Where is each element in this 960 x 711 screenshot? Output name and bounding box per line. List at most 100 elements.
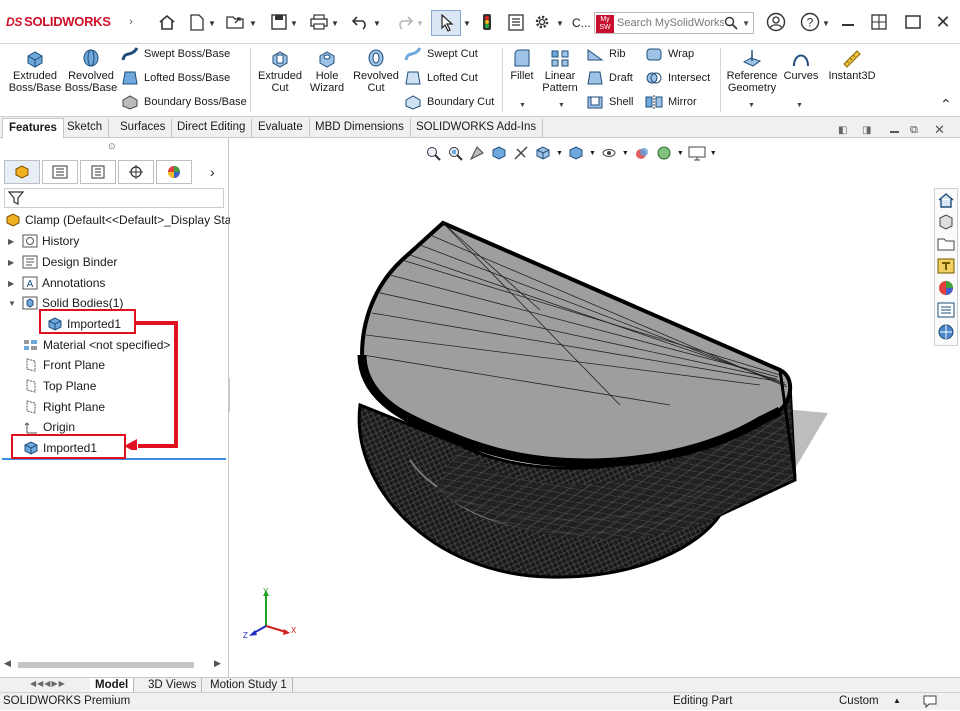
undo-dropdown-icon[interactable]: ▼ bbox=[373, 19, 381, 28]
curves-button[interactable]: Curves bbox=[782, 48, 820, 82]
view-palette-icon[interactable] bbox=[935, 255, 957, 277]
zoom-to-fit-icon[interactable] bbox=[424, 144, 442, 162]
print-dropdown-icon[interactable]: ▼ bbox=[331, 19, 339, 28]
curves-dropdown-icon[interactable]: ▼ bbox=[796, 102, 803, 109]
tab-model[interactable]: Model bbox=[90, 678, 135, 693]
hide-show-items-icon[interactable] bbox=[600, 144, 618, 162]
collapse-ribbon-icon[interactable]: ⌃ bbox=[940, 96, 952, 113]
scroll-left-arrow-icon[interactable]: ◀ bbox=[4, 658, 11, 669]
tree-item-annotations[interactable]: ▶ A Annotations bbox=[8, 274, 105, 292]
maximize-window-icon[interactable] bbox=[902, 11, 924, 33]
shell-button[interactable]: Shell bbox=[586, 94, 633, 110]
lofted-boss-button[interactable]: Lofted Boss/Base bbox=[121, 70, 230, 86]
close-window-icon[interactable]: ✕ bbox=[932, 11, 954, 33]
hole-wizard-button[interactable]: Hole Wizard bbox=[303, 48, 351, 94]
print-icon[interactable] bbox=[308, 11, 330, 33]
tree-horizontal-scrollbar[interactable]: ◀ ▶ bbox=[4, 658, 224, 672]
expand-arrow-icon[interactable]: ▶ bbox=[8, 237, 18, 246]
scrollbar-thumb[interactable] bbox=[18, 662, 194, 668]
view-orientation-dropdown-icon[interactable]: ▼ bbox=[556, 150, 563, 157]
save-icon[interactable] bbox=[268, 11, 290, 33]
file-explorer-icon[interactable] bbox=[935, 233, 957, 255]
tab-evaluate[interactable]: Evaluate bbox=[252, 118, 310, 138]
solidworks-forum-icon[interactable] bbox=[935, 321, 957, 343]
custom-properties-icon[interactable] bbox=[935, 299, 957, 321]
unit-system-selector[interactable]: Custom bbox=[839, 695, 879, 707]
feature-manager-tab[interactable] bbox=[4, 160, 40, 184]
extruded-cut-button[interactable]: Extruded Cut bbox=[255, 48, 305, 94]
tab-direct-editing[interactable]: Direct Editing bbox=[171, 118, 253, 138]
overflow-menu-label[interactable]: C... bbox=[572, 16, 591, 30]
search-box[interactable]: My SW Search MySolidWorks ▼ bbox=[594, 12, 754, 34]
tree-item-design-binder[interactable]: ▶ Design Binder bbox=[8, 253, 117, 271]
help-dropdown-icon[interactable]: ▼ bbox=[822, 19, 830, 28]
redo-dropdown-icon[interactable]: ▼ bbox=[416, 19, 424, 28]
options-gear-icon[interactable] bbox=[531, 11, 553, 33]
tab-surfaces[interactable]: Surfaces bbox=[114, 118, 173, 138]
wrap-button[interactable]: Wrap bbox=[645, 46, 694, 62]
save-dropdown-icon[interactable]: ▼ bbox=[290, 19, 298, 28]
extruded-boss-button[interactable]: Extruded Boss/Base bbox=[6, 48, 64, 94]
linear-pattern-dropdown-icon[interactable]: ▼ bbox=[558, 102, 565, 109]
rebuild-traffic-light-icon[interactable] bbox=[476, 11, 498, 33]
search-dropdown-icon[interactable]: ▼ bbox=[742, 19, 750, 28]
select-dropdown-icon[interactable]: ▼ bbox=[463, 19, 471, 28]
clamp-3d-model[interactable] bbox=[340, 215, 840, 585]
reference-geometry-button[interactable]: Reference Geometry bbox=[724, 48, 780, 94]
doc-close-icon[interactable]: ✕ bbox=[934, 122, 945, 138]
dynamic-annotation-icon[interactable] bbox=[512, 144, 530, 162]
previous-view-icon[interactable] bbox=[468, 144, 486, 162]
revolved-cut-button[interactable]: Revolved Cut bbox=[350, 48, 402, 94]
display-style-icon[interactable] bbox=[567, 144, 585, 162]
view-orientation-icon[interactable] bbox=[534, 144, 552, 162]
tab-sketch[interactable]: Sketch bbox=[61, 118, 110, 138]
panel-splitter-handle[interactable]: ⊙ bbox=[108, 141, 116, 152]
tree-filter-bar[interactable] bbox=[4, 188, 224, 208]
revolved-boss-button[interactable]: Revolved Boss/Base bbox=[62, 48, 120, 94]
property-manager-tab[interactable] bbox=[42, 160, 78, 184]
open-dropdown-icon[interactable]: ▼ bbox=[249, 19, 257, 28]
dimxpert-manager-tab[interactable] bbox=[118, 160, 154, 184]
tab-mbd-dimensions[interactable]: MBD Dimensions bbox=[309, 118, 411, 138]
boundary-boss-button[interactable]: Boundary Boss/Base bbox=[121, 94, 247, 110]
tree-item-front-plane[interactable]: Front Plane bbox=[22, 356, 105, 374]
options-dropdown-icon[interactable]: ▼ bbox=[556, 19, 564, 28]
select-tool-button[interactable] bbox=[431, 10, 461, 36]
quick-tips-icon[interactable] bbox=[922, 694, 938, 711]
more-tabs-arrow-icon[interactable]: › bbox=[210, 164, 215, 180]
tree-root-clamp[interactable]: Clamp (Default<<Default>_Display State bbox=[4, 211, 241, 229]
doc-restore-icon[interactable]: ⧉ bbox=[910, 124, 918, 137]
intersect-button[interactable]: Intersect bbox=[645, 70, 710, 86]
home-icon[interactable] bbox=[156, 11, 178, 33]
new-dropdown-icon[interactable]: ▼ bbox=[208, 19, 216, 28]
reference-geometry-dropdown-icon[interactable]: ▼ bbox=[748, 102, 755, 109]
tab-motion-study-1[interactable]: Motion Study 1 bbox=[205, 678, 293, 693]
fillet-dropdown-icon[interactable]: ▼ bbox=[519, 102, 526, 109]
apply-scene-dropdown-icon[interactable]: ▼ bbox=[677, 150, 684, 157]
file-properties-icon[interactable] bbox=[505, 11, 527, 33]
tab-solidworks-add-ins[interactable]: SOLIDWORKS Add-Ins bbox=[410, 118, 544, 138]
tile-left-icon[interactable]: ◧ bbox=[838, 125, 847, 136]
design-library-icon[interactable] bbox=[935, 211, 957, 233]
swept-cut-button[interactable]: Swept Cut bbox=[404, 46, 478, 62]
doc-minimize-icon[interactable] bbox=[890, 131, 899, 133]
minimize-window-icon[interactable] bbox=[842, 24, 854, 26]
display-manager-tab[interactable] bbox=[156, 160, 192, 184]
restore-window-icon[interactable] bbox=[868, 11, 890, 33]
undo-icon[interactable] bbox=[350, 11, 372, 33]
zoom-to-area-icon[interactable] bbox=[446, 144, 464, 162]
user-account-icon[interactable] bbox=[765, 11, 787, 33]
unit-system-dropdown-icon[interactable]: ▲ bbox=[893, 696, 901, 705]
boundary-cut-button[interactable]: Boundary Cut bbox=[404, 94, 494, 110]
help-icon[interactable]: ? bbox=[799, 11, 821, 33]
new-document-icon[interactable] bbox=[186, 11, 208, 33]
search-icon[interactable] bbox=[724, 16, 738, 30]
collapse-arrow-icon[interactable]: ▼ bbox=[8, 299, 18, 308]
appearances-scenes-icon[interactable] bbox=[935, 277, 957, 299]
open-folder-icon[interactable] bbox=[225, 11, 247, 33]
swept-boss-button[interactable]: Swept Boss/Base bbox=[121, 46, 230, 62]
apply-scene-icon[interactable] bbox=[655, 144, 673, 162]
solidworks-resources-home-icon[interactable] bbox=[935, 189, 957, 211]
draft-button[interactable]: Draft bbox=[586, 70, 633, 86]
tab-3d-views[interactable]: 3D Views bbox=[143, 678, 203, 693]
